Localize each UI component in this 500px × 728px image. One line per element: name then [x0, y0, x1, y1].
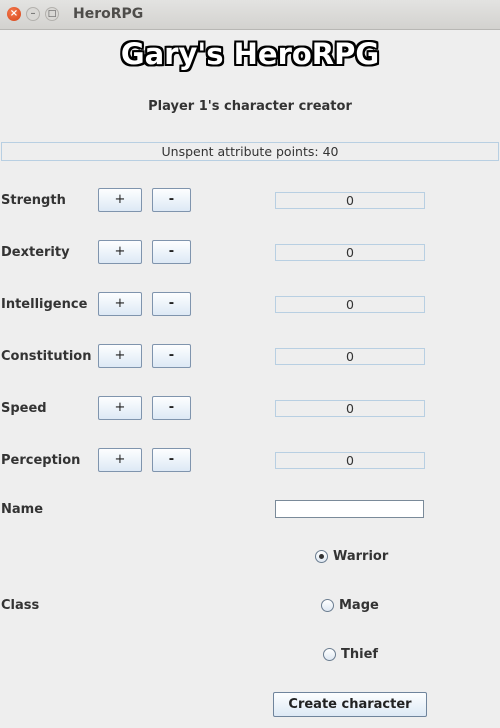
close-window-button[interactable]: ×	[7, 7, 21, 21]
intelligence-plus-button[interactable]: +	[98, 292, 142, 316]
speed-minus-button[interactable]: -	[152, 396, 191, 420]
dexterity-value: 0	[275, 244, 425, 261]
intelligence-minus-button[interactable]: -	[152, 292, 191, 316]
speed-plus-button[interactable]: +	[98, 396, 142, 420]
perception-value: 0	[275, 452, 425, 469]
strength-value: 0	[275, 192, 425, 209]
create-character-button[interactable]: Create character	[273, 692, 427, 717]
window-title: HeroRPG	[73, 6, 144, 22]
mage-radio[interactable]	[321, 599, 334, 612]
dexterity-minus-button[interactable]: -	[152, 240, 191, 264]
warrior-radio[interactable]	[315, 550, 328, 563]
intelligence-value: 0	[275, 296, 425, 313]
perception-plus-button[interactable]: +	[98, 448, 142, 472]
dexterity-plus-button[interactable]: +	[98, 240, 142, 264]
strength-minus-button[interactable]: -	[152, 188, 191, 212]
app-title: Gary's HeroRPG	[120, 37, 380, 71]
perception-label: Perception	[1, 453, 81, 468]
page-subtitle: Player 1's character creator	[148, 99, 352, 114]
strength-label: Strength	[1, 193, 66, 208]
speed-label: Speed	[1, 401, 47, 416]
dexterity-label: Dexterity	[1, 245, 70, 260]
perception-minus-button[interactable]: -	[152, 448, 191, 472]
minimize-window-button[interactable]: –	[26, 7, 40, 21]
warrior-radio-label[interactable]: Warrior	[333, 549, 388, 564]
thief-radio-label[interactable]: Thief	[341, 647, 378, 662]
mage-radio-label[interactable]: Mage	[339, 598, 379, 613]
unspent-points-field: Unspent attribute points: 40	[1, 142, 499, 161]
constitution-label: Constitution	[1, 349, 92, 364]
class-label: Class	[1, 598, 40, 613]
maximize-window-button[interactable]: □	[45, 7, 59, 21]
window-titlebar: × – □ HeroRPG	[0, 0, 500, 30]
strength-plus-button[interactable]: +	[98, 188, 142, 212]
constitution-minus-button[interactable]: -	[152, 344, 191, 368]
constitution-value: 0	[275, 348, 425, 365]
intelligence-label: Intelligence	[1, 297, 88, 312]
speed-value: 0	[275, 400, 425, 417]
name-label: Name	[1, 502, 44, 517]
thief-radio[interactable]	[323, 648, 336, 661]
constitution-plus-button[interactable]: +	[98, 344, 142, 368]
name-input[interactable]	[275, 500, 424, 518]
